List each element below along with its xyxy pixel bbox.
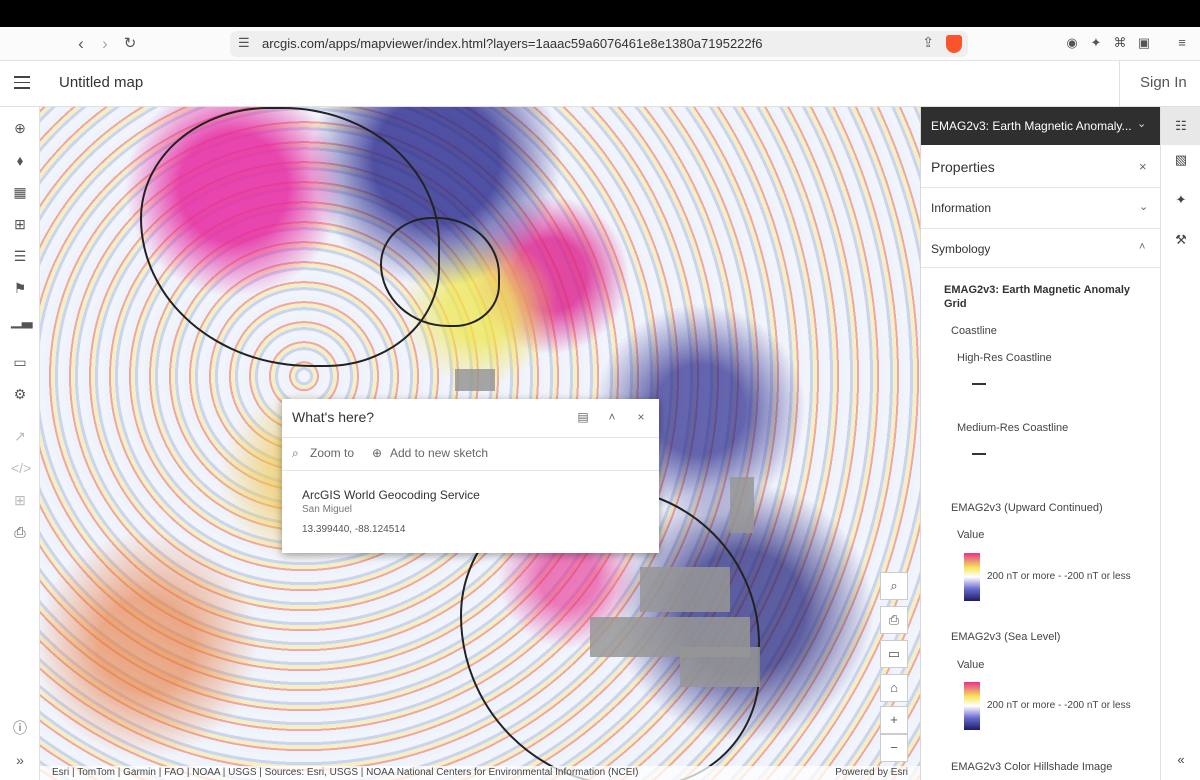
browser-toolbar: ‹ › ↻ ☰ arcgis.com/apps/mapviewer/index.…	[0, 27, 1200, 61]
map-attribution: Esri | TomTom | Garmin | FAO | NOAA | US…	[40, 766, 920, 780]
land-patch	[730, 477, 754, 533]
expand-icon[interactable]: »	[11, 751, 29, 769]
chart-icon[interactable]: ▁▃	[11, 311, 33, 329]
zoom-in-icon[interactable]: +	[880, 706, 908, 734]
forward-icon[interactable]: ›	[94, 33, 116, 55]
apps-icon[interactable]: ⊞	[11, 491, 29, 509]
extension-icon-1[interactable]: ◉	[1064, 35, 1080, 51]
embed-icon[interactable]: </>	[11, 459, 31, 477]
section-symbology[interactable]: Symbology ˄	[921, 228, 1160, 268]
configure-icon[interactable]: ⚒	[1172, 231, 1190, 249]
close-icon[interactable]: ×	[1139, 159, 1147, 174]
land-patch	[455, 369, 495, 391]
legend-icon[interactable]: ☰	[11, 247, 29, 265]
collapse-panel-icon[interactable]: «	[1172, 751, 1190, 769]
legend-high-res: High-Res Coastline	[957, 352, 1052, 364]
settings-icon[interactable]: ⚙	[11, 385, 29, 403]
properties-title: Properties	[931, 159, 995, 175]
zoom-to-label: Zoom to	[310, 446, 355, 460]
coordinates: 13.399440, -88.124514	[302, 524, 406, 535]
brave-shield-icon[interactable]	[946, 35, 962, 53]
help-icon[interactable]: ⓘ	[11, 719, 29, 737]
place-name: San Miguel	[302, 504, 353, 515]
search-icon[interactable]: ⌕	[880, 572, 908, 600]
add-icon: ⊕	[372, 446, 383, 460]
layer-selector[interactable]: EMAG2v3: Earth Magnetic Anomaly... ⌄	[921, 107, 1160, 145]
legend-medium-res: Medium-Res Coastline	[957, 422, 1069, 434]
browser-menu-icon[interactable]: ≡	[1174, 35, 1190, 51]
screen-icon[interactable]: ▭	[880, 640, 908, 668]
legend-coastline: Coastline	[951, 325, 997, 337]
layer-list-icon[interactable]: ⎙	[880, 606, 908, 634]
zoom-out-icon[interactable]: −	[880, 734, 908, 762]
high-res-line-symbol	[972, 383, 986, 385]
site-settings-icon[interactable]: ☰	[238, 35, 250, 51]
collapse-icon[interactable]: ˄	[604, 409, 620, 425]
layers-icon[interactable]: ⬧	[11, 151, 29, 169]
properties-panel: EMAG2v3: Earth Magnetic Anomaly... ⌄ Pro…	[920, 107, 1160, 780]
legend-value-2: Value	[957, 659, 985, 671]
land-patch	[680, 647, 760, 687]
header-divider	[1119, 61, 1120, 107]
legend-layer-name: EMAG2v3: Earth Magnetic Anomaly Grid	[944, 284, 1131, 310]
zoom-to-button[interactable]: ⌕ Zoom to	[292, 446, 354, 461]
symbology-label: Symbology	[931, 242, 991, 256]
color-ramp-2	[964, 682, 980, 730]
basemap-icon[interactable]: ⊞	[11, 215, 29, 233]
menu-icon[interactable]	[14, 76, 30, 89]
layer-title: EMAG2v3: Earth Magnetic Anomaly...	[931, 119, 1132, 133]
extension-icon-2[interactable]: ✦	[1088, 35, 1104, 51]
land-patch	[640, 567, 730, 612]
right-toolbar: ☷ ▧ ✦ ⚒ «	[1160, 107, 1200, 780]
chevron-down-icon: ⌄	[1139, 201, 1149, 213]
left-toolbar: ⊕ ⬧ ▦ ⊞ ☰ ⚑ ▁▃ ▭ ⚙ ↗ </> ⊞ ⎙ ⓘ »	[0, 107, 40, 780]
url-text[interactable]: arcgis.com/apps/mapviewer/index.html?lay…	[262, 36, 763, 51]
chevron-up-icon: ˄	[1139, 241, 1146, 253]
map-title[interactable]: Untitled map	[59, 74, 143, 91]
share-icon[interactable]: ⇪	[922, 34, 934, 51]
chevron-down-icon: ⌄	[1137, 118, 1147, 130]
properties-icon[interactable]: ☷	[1172, 117, 1190, 135]
dock-icon[interactable]: ▤	[575, 409, 591, 425]
add-icon[interactable]: ⊕	[11, 119, 29, 137]
medium-res-line-symbol	[972, 453, 986, 455]
styles-icon[interactable]: ▧	[1172, 151, 1190, 169]
back-icon[interactable]: ‹	[70, 33, 92, 55]
legend-upward: EMAG2v3 (Upward Continued)	[951, 502, 1103, 514]
information-label: Information	[931, 201, 992, 215]
extensions-puzzle-icon[interactable]: ⌘	[1112, 35, 1128, 51]
print-icon[interactable]: ⎙	[11, 523, 29, 541]
bookmark-icon[interactable]: ⚑	[11, 279, 29, 297]
popup-title: What's here?	[292, 409, 375, 425]
legend-value-1: Value	[957, 529, 985, 541]
legend-hillshade: EMAG2v3 Color Hillshade Image	[951, 761, 1113, 773]
reload-icon[interactable]: ↻	[119, 33, 141, 55]
close-icon[interactable]: ×	[633, 409, 649, 425]
add-to-sketch-label: Add to new sketch	[390, 446, 489, 460]
home-icon[interactable]: ⌂	[880, 674, 908, 702]
geocode-service: ArcGIS World Geocoding Service	[302, 488, 480, 502]
color-ramp-1	[964, 553, 980, 601]
system-top-bar	[0, 0, 1200, 27]
address-bar[interactable]: ☰ arcgis.com/apps/mapviewer/index.html?l…	[230, 31, 968, 57]
add-to-sketch-button[interactable]: ⊕ Add to new sketch	[372, 446, 488, 460]
sign-in-button[interactable]: Sign In	[1140, 74, 1187, 91]
popup-actions: ⌕ Zoom to ⊕ Add to new sketch	[282, 437, 659, 471]
powered-by[interactable]: Powered by Esri	[835, 766, 908, 780]
whats-here-popup: What's here? ▤ ˄ × ⌕ Zoom to ⊕ Add to new …	[282, 399, 659, 553]
reader-icon[interactable]: ▣	[1136, 35, 1152, 51]
legend-sea-level: EMAG2v3 (Sea Level)	[951, 631, 1061, 643]
zoom-icon: ⌕	[292, 446, 299, 460]
save-icon[interactable]: ▭	[11, 353, 29, 371]
table-icon[interactable]: ▦	[11, 183, 29, 201]
section-information[interactable]: Information ⌄	[921, 187, 1160, 227]
effects-icon[interactable]: ✦	[1172, 191, 1190, 209]
legend-range-2: 200 nT or more - -200 nT or less	[987, 700, 1131, 711]
app-header: Untitled map Sign In	[0, 61, 1200, 107]
share-map-icon[interactable]: ↗	[11, 427, 29, 445]
legend-range-1: 200 nT or more - -200 nT or less	[987, 571, 1131, 582]
